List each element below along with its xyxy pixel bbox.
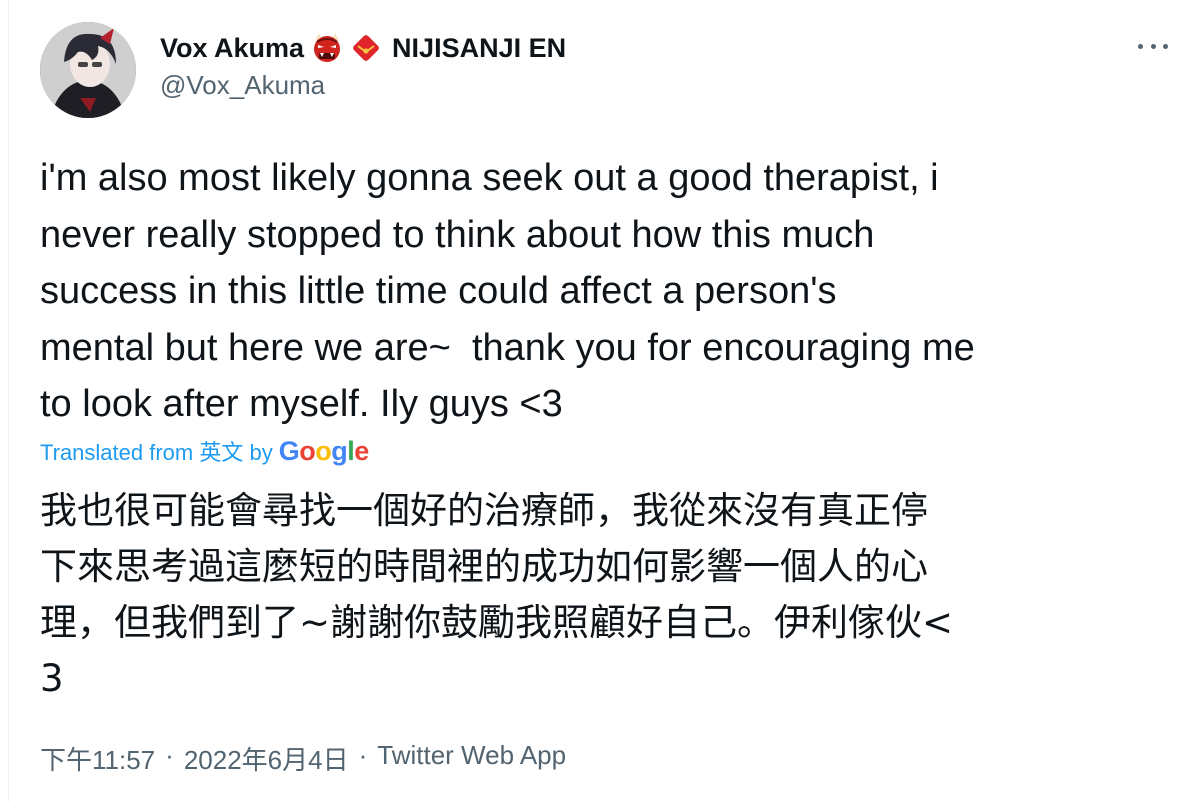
author-handle[interactable]: @Vox_Akuma [160,70,325,101]
more-dot [1163,43,1168,49]
tweet-time[interactable]: 下午11:57 [40,740,155,777]
tweet-source[interactable]: Twitter Web App [377,740,566,777]
left-border [0,0,9,802]
oni-emoji-icon [314,33,341,62]
avatar[interactable] [40,22,136,118]
meta-separator: · [358,740,368,770]
translation-attribution[interactable]: Translated from 英文 by Google [40,435,369,467]
translated-line: 下來思考過這麼短的時間裡的成功如何影響一個人的心 [40,545,928,588]
tweet-line: i'm also most likely gonna seek out a go… [40,157,939,199]
translated-line: 理，但我們到了~謝謝你鼓勵我照顧好自己。伊利傢伙< [40,601,954,644]
tweet-line: mental but here we are~ thank you for en… [40,326,975,369]
more-dot [1138,43,1143,49]
tweet-line: never really stopped to think about how … [40,213,875,256]
author-name-row[interactable]: Vox Akuma NIJISANJI EN [160,28,566,68]
red-envelope-emoji-icon [353,35,379,61]
translated-from-label[interactable]: Translated from 英文 by [40,435,273,467]
tweet-line: to look after myself. Ily guys <3 [40,383,563,425]
display-name[interactable]: Vox Akuma [160,33,304,64]
tweet-meta: 下午11:57 · 2022年6月4日 · Twitter Web App [40,740,566,777]
tweet-date[interactable]: 2022年6月4日 [184,740,349,777]
more-dot [1150,43,1156,49]
tweet-text: i'm also most likely gonna seek out a go… [40,150,1180,433]
more-options-icon[interactable] [1138,36,1168,56]
google-logo: Google [278,435,370,466]
affiliation-label: NIJISANJI EN [392,32,567,63]
meta-separator: · [165,740,174,770]
translated-line: 我也很可能會尋找一個好的治療師，我從來沒有真正停 [40,489,928,532]
translated-text: 我也很可能會尋找一個好的治療師，我從來沒有真正停 下來思考過這麼短的時間裡的成功如… [40,483,1180,707]
avatar-image [40,22,136,118]
translated-line: 3 [40,657,64,700]
tweet-line: success in this little time could affect… [40,270,837,312]
